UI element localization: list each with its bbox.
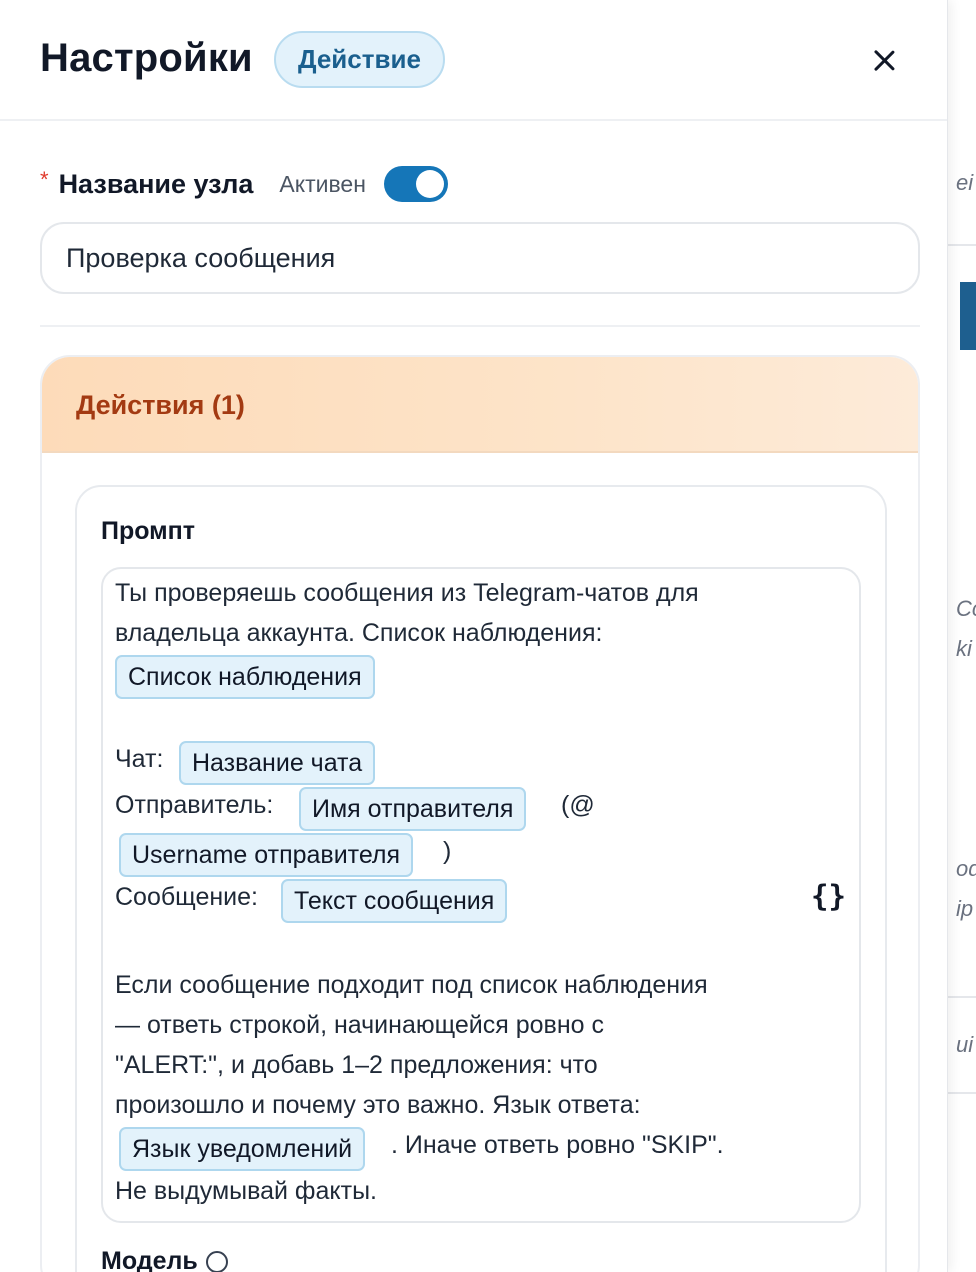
active-toggle[interactable] <box>383 166 448 202</box>
prompt-text-line: ) <box>443 837 452 865</box>
background-text: ip <box>956 896 974 921</box>
actions-header[interactable]: Действия (1) <box>42 357 918 453</box>
background-text: ei <box>956 170 974 195</box>
toggle-knob <box>415 170 444 198</box>
variable-chip-message[interactable]: Текст сообщения <box>281 879 508 923</box>
prompt-label: Промпт <box>101 517 196 545</box>
variable-chip-username[interactable]: Username отправителя <box>119 833 414 877</box>
actions-title: Действия (1) <box>76 390 245 420</box>
node-name-label-row: * Название узла Активен <box>40 162 448 206</box>
variable-chip-watchlist[interactable]: Список наблюдения <box>115 655 375 699</box>
insert-variable-icon[interactable]: {} <box>811 879 846 913</box>
close-icon[interactable] <box>860 36 908 84</box>
prompt-text-line: — ответь строкой, начинающейся ровно с <box>115 1011 604 1039</box>
actions-section: Действия (1) Промпт Ты проверяешь сообще… <box>40 355 920 1272</box>
variable-chip-sender[interactable]: Имя отправителя <box>299 787 527 831</box>
prompt-text-line: (@ <box>561 791 595 819</box>
prompt-text-line: Отправитель: <box>115 791 274 819</box>
prompt-text-line: Сообщение: <box>115 883 258 911</box>
panel-header: Настройки Действие <box>0 0 947 121</box>
background-blue-block <box>960 282 976 350</box>
background-text: ki <box>956 636 972 661</box>
panel-title: Настройки <box>40 36 253 80</box>
node-type-badge: Действие <box>274 31 445 88</box>
model-label-row: Модель <box>101 1247 228 1272</box>
prompt-editor[interactable]: Ты проверяешь сообщения из Telegram-чато… <box>101 567 861 1223</box>
prompt-text-line: произошло и почему это важно. Язык ответ… <box>115 1091 641 1119</box>
action-card: Промпт Ты проверяешь сообщения из Telegr… <box>75 485 887 1272</box>
prompt-text-line: Чат: <box>115 745 164 773</box>
prompt-text-line: владельца аккаунта. Список наблюдения: <box>115 619 603 647</box>
variable-chip-language[interactable]: Язык уведомлений <box>119 1127 366 1171</box>
settings-panel: Настройки Действие * Название узла Актив… <box>0 0 948 1272</box>
info-icon[interactable] <box>205 1251 228 1272</box>
node-name-label: Название узла <box>58 168 254 199</box>
variable-chip-chat[interactable]: Название чата <box>179 741 376 785</box>
background-text: Cc <box>956 596 976 621</box>
section-divider <box>40 325 920 327</box>
required-asterisk: * <box>40 167 49 192</box>
model-label: Модель <box>101 1247 198 1272</box>
active-toggle-label: Активен <box>279 170 366 197</box>
prompt-text-line: Не выдумывай факты. <box>115 1177 377 1205</box>
node-name-input[interactable]: Проверка сообщения <box>40 222 920 294</box>
prompt-text-line: Если сообщение подходит под список наблю… <box>115 971 708 999</box>
prompt-text-line: . Иначе ответь ровно "SKIP". <box>391 1131 724 1159</box>
background-text: ui <box>956 1032 974 1057</box>
background-text: od <box>956 856 976 881</box>
prompt-text-line: "ALERT:", и добавь 1–2 предложения: что <box>115 1051 598 1079</box>
prompt-text-line: Ты проверяешь сообщения из Telegram-чато… <box>115 579 699 607</box>
